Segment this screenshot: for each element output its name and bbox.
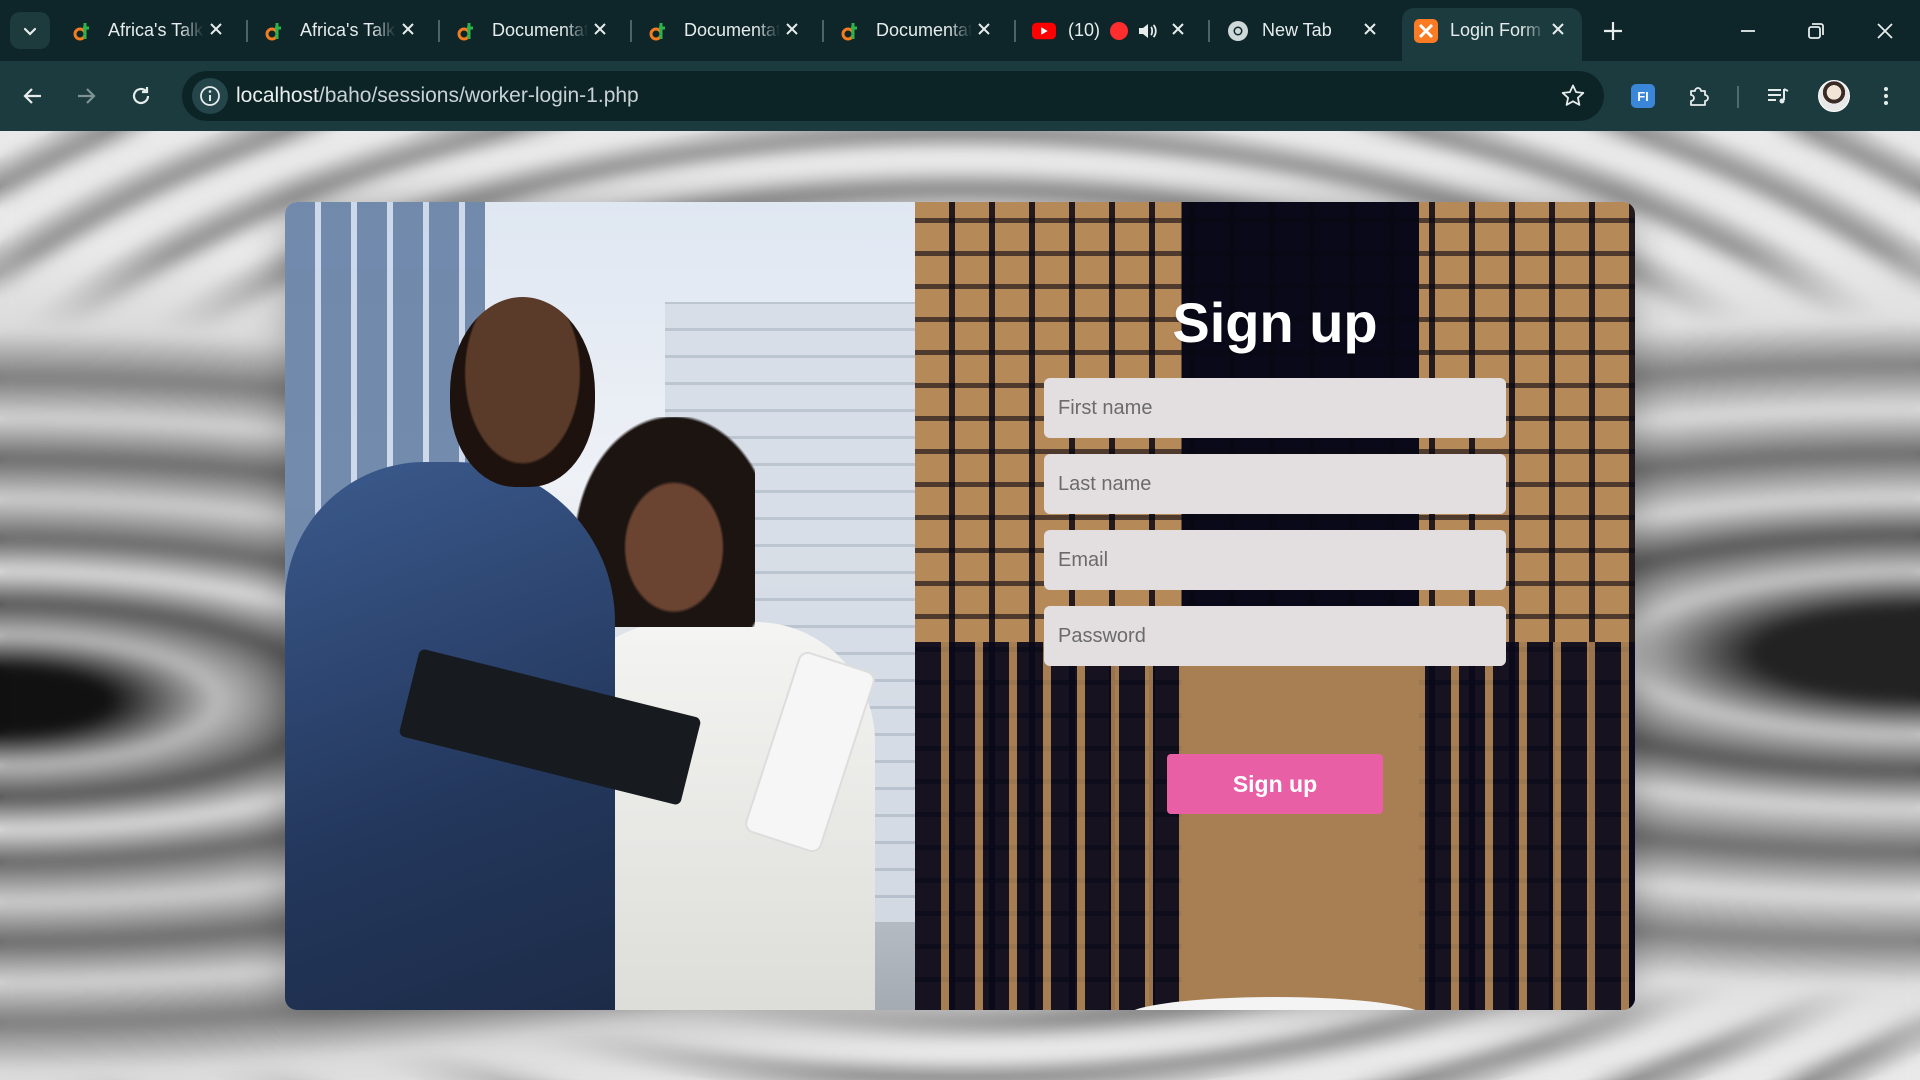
bookmark-star-icon[interactable] bbox=[1560, 83, 1586, 109]
page-title: Sign up bbox=[1172, 291, 1378, 354]
arrow-left-icon bbox=[23, 88, 41, 104]
minimize-icon bbox=[1741, 30, 1755, 32]
fi-extension-icon: FI bbox=[1631, 84, 1655, 108]
site-info-button[interactable] bbox=[192, 78, 228, 114]
tab-title: (10) bbox=[1068, 20, 1101, 40]
tab-title: Documentation bbox=[876, 20, 972, 40]
close-icon[interactable] bbox=[398, 19, 418, 39]
recording-icon bbox=[1110, 21, 1129, 40]
first-name-field[interactable] bbox=[1044, 378, 1506, 438]
africas-talking-icon bbox=[648, 19, 672, 43]
africas-talking-icon bbox=[456, 19, 480, 43]
media-control-button[interactable] bbox=[1760, 78, 1796, 114]
arrow-right-icon bbox=[78, 88, 96, 104]
url-host: localhost bbox=[236, 84, 319, 107]
profile-avatar[interactable] bbox=[1818, 80, 1850, 112]
email-field[interactable] bbox=[1044, 530, 1506, 590]
reload-button[interactable] bbox=[123, 78, 159, 114]
url-text[interactable]: localhost/baho/sessions/worker-login-1.p… bbox=[236, 84, 639, 108]
restore-icon bbox=[1808, 23, 1824, 39]
tab-youtube[interactable]: (10) bbox=[1020, 8, 1202, 53]
puzzle-icon bbox=[1690, 87, 1709, 106]
address-bar[interactable]: localhost/baho/sessions/worker-login-1.p… bbox=[182, 71, 1604, 121]
close-icon bbox=[1877, 23, 1893, 39]
tab-search-button[interactable] bbox=[10, 12, 50, 49]
browser-toolbar: localhost/baho/sessions/worker-login-1.p… bbox=[0, 61, 1920, 131]
tab-strip: Africa's Talking Africa's Talking Docume… bbox=[0, 0, 1920, 61]
tab-new-tab[interactable]: New Tab bbox=[1214, 8, 1394, 53]
tab-title: New Tab bbox=[1262, 20, 1332, 40]
tab-separator bbox=[1014, 20, 1016, 42]
tab-title: Africa's Talking bbox=[108, 20, 204, 40]
business-people-photo bbox=[285, 202, 915, 1010]
close-icon[interactable] bbox=[590, 19, 610, 39]
close-icon[interactable] bbox=[206, 19, 226, 39]
tab-separator bbox=[438, 20, 440, 42]
svg-text:FI: FI bbox=[1637, 89, 1649, 104]
extension-fi-button[interactable]: FI bbox=[1625, 78, 1661, 114]
back-button[interactable] bbox=[15, 78, 51, 114]
close-icon[interactable] bbox=[1168, 19, 1188, 39]
africas-talking-icon bbox=[840, 19, 864, 43]
tab-title: Login Form bbox=[1450, 20, 1542, 40]
menu-button[interactable] bbox=[1868, 78, 1904, 114]
forward-button[interactable] bbox=[68, 78, 104, 114]
close-icon[interactable] bbox=[1360, 19, 1380, 39]
new-tab-icon[interactable] bbox=[1598, 16, 1628, 46]
minimize-button[interactable] bbox=[1731, 14, 1765, 48]
xampp-icon bbox=[1414, 18, 1438, 43]
more-vert-icon bbox=[1884, 87, 1888, 105]
tab-title: Africa's Talking bbox=[300, 20, 396, 40]
info-icon bbox=[200, 86, 220, 106]
extensions-button[interactable] bbox=[1681, 78, 1717, 114]
media-queue-icon bbox=[1768, 88, 1789, 104]
url-path: /baho/sessions/worker-login-1.php bbox=[318, 84, 639, 107]
tab-documentation-2[interactable]: Documentation bbox=[636, 8, 816, 53]
tab-documentation-1[interactable]: Documentation bbox=[444, 8, 624, 53]
tab-title: Documentation bbox=[492, 20, 588, 40]
signup-button[interactable]: Sign up bbox=[1167, 754, 1383, 814]
chrome-icon bbox=[1226, 19, 1250, 43]
close-icon[interactable] bbox=[974, 19, 994, 39]
tab-separator bbox=[822, 20, 824, 42]
password-field[interactable] bbox=[1044, 606, 1506, 666]
youtube-icon bbox=[1032, 19, 1056, 43]
close-icon[interactable] bbox=[1548, 19, 1568, 39]
close-window-button[interactable] bbox=[1868, 14, 1902, 48]
tab-separator bbox=[1208, 20, 1210, 42]
tab-separator bbox=[246, 20, 248, 42]
last-name-field[interactable] bbox=[1044, 454, 1506, 514]
tab-login-form[interactable]: Login Form bbox=[1402, 8, 1582, 61]
tab-separator bbox=[630, 20, 632, 42]
tab-title: Documentation bbox=[684, 20, 780, 40]
restore-button[interactable] bbox=[1799, 14, 1833, 48]
toolbar-divider bbox=[1737, 86, 1739, 108]
signup-card: Sign up Sign up bbox=[285, 202, 1635, 1010]
tab-africas-talking-2[interactable]: Africa's Talking bbox=[252, 8, 432, 53]
photo-man-head bbox=[450, 297, 595, 487]
reload-icon bbox=[132, 87, 150, 105]
close-icon[interactable] bbox=[782, 19, 802, 39]
speaker-icon[interactable] bbox=[1136, 20, 1158, 42]
africas-talking-icon bbox=[72, 19, 96, 43]
page-viewport: Sign up Sign up bbox=[0, 131, 1920, 1080]
tab-documentation-3[interactable]: Documentation bbox=[828, 8, 1008, 53]
tab-africas-talking-1[interactable]: Africa's Talking bbox=[60, 8, 240, 53]
chevron-down-icon bbox=[23, 27, 37, 36]
africas-talking-icon bbox=[264, 19, 288, 43]
